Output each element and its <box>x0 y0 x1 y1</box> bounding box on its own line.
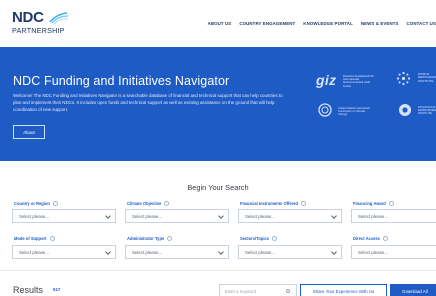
financing-award-select[interactable]: Select please... <box>351 209 436 223</box>
info-icon[interactable] <box>301 201 307 207</box>
results-title: Results <box>13 285 44 295</box>
chevron-down-icon <box>218 249 224 255</box>
filter-label-text: Financing Award <box>353 201 386 206</box>
nav-country-engagement[interactable]: COUNTRY ENGAGEMENT <box>239 18 295 30</box>
select-value: Select please... <box>132 214 163 219</box>
chevron-down-icon <box>218 213 224 219</box>
partner-icon[interactable] <box>398 103 412 117</box>
page: NDC PARTNERSHIP ABOUT US COUNTRY ENGAGEM… <box>0 0 436 296</box>
filter-label-text: Sectors/Topics <box>240 236 270 241</box>
section-divider <box>0 270 436 271</box>
filter-label-administrator: Administrator Type <box>127 236 173 242</box>
info-icon[interactable] <box>49 236 55 242</box>
info-icon[interactable] <box>272 236 278 242</box>
ndc-partnership-logo[interactable]: NDC PARTNERSHIP <box>12 10 92 38</box>
search-icon[interactable] <box>286 289 290 293</box>
filter-label-financing: Financing Award <box>353 201 394 207</box>
giz-logo[interactable]: giz <box>316 72 336 88</box>
filter-label-text: Financial Instruments Offered <box>240 201 299 206</box>
filter-label-text: Mode of Support <box>14 236 47 241</box>
giz-logo-text: Deutsche Gesellschaft für Internationale… <box>343 75 374 88</box>
filter-label-instruments: Financial Instruments Offered <box>240 201 307 207</box>
page-title: NDC Funding and Initiatives Navigator <box>13 74 230 88</box>
partner-logo-text: STOCKHOLM ENVIRONMENT INSTITUTE <box>418 106 436 116</box>
select-value: Select please... <box>19 214 50 219</box>
logo-main-text: NDC <box>12 9 44 26</box>
logo-sub-text: PARTNERSHIP <box>12 26 65 35</box>
select-value: Select please... <box>245 214 276 219</box>
filter-label-text: Direct Access <box>353 236 380 241</box>
un-logo-text: United Nations Framework Convention on C… <box>338 107 370 117</box>
filter-label-text: Country or Region <box>14 201 50 206</box>
filter-label-text: Administrator Type <box>127 236 165 241</box>
wri-icon[interactable] <box>396 71 411 86</box>
about-button[interactable]: About <box>13 125 45 139</box>
country-region-select[interactable]: Select please... <box>12 209 116 223</box>
info-icon[interactable] <box>382 236 388 242</box>
nav-contact-us[interactable]: CONTACT US <box>407 18 436 30</box>
share-experience-button[interactable]: Share Your Experience With Us <box>300 284 387 296</box>
filter-label-sectors: Sectors/Topics <box>240 236 278 242</box>
chevron-down-icon <box>105 213 111 219</box>
administrator-type-select[interactable]: Select please... <box>125 245 229 259</box>
download-all-button[interactable]: Download All <box>390 284 436 296</box>
hero-banner: NDC Funding and Initiatives Navigator We… <box>0 47 436 161</box>
logo-swoosh-icon <box>49 12 69 24</box>
select-value: Select please... <box>358 214 389 219</box>
nav-about-us[interactable]: ABOUT US <box>208 18 232 30</box>
nav-knowledge-portal[interactable]: KNOWLEDGE PORTAL <box>303 18 353 30</box>
filter-label-direct-access: Direct Access <box>353 236 388 242</box>
select-value: Select please... <box>245 250 276 255</box>
chevron-down-icon <box>331 213 337 219</box>
climate-objective-select[interactable]: Select please... <box>125 209 229 223</box>
search-title: Begin Your Search <box>187 183 249 192</box>
info-icon[interactable] <box>167 236 173 242</box>
select-value: Select please... <box>132 250 163 255</box>
un-climate-icon[interactable] <box>318 103 332 117</box>
filter-label-country: Country or Region <box>14 201 58 207</box>
select-value: Select please... <box>358 250 389 255</box>
keyword-search-input[interactable]: Enter a Keyword <box>219 284 297 296</box>
results-count-badge: 517 <box>53 287 61 292</box>
sectors-topics-select[interactable]: Select please... <box>238 245 342 259</box>
filter-label-text: Climate Objective <box>127 201 162 206</box>
info-icon[interactable] <box>164 201 170 207</box>
partner-logos: giz Deutsche Gesellschaft für Internatio… <box>316 71 436 142</box>
select-value: Select please... <box>19 250 50 255</box>
site-header: NDC PARTNERSHIP ABOUT US COUNTRY ENGAGEM… <box>0 0 436 47</box>
hero-description: Welcome! The NDC Funding and Initiatives… <box>13 93 283 112</box>
nav-news-events[interactable]: NEWS & EVENTS <box>361 18 399 30</box>
filter-label-mode: Mode of Support <box>14 236 55 242</box>
info-icon[interactable] <box>52 201 58 207</box>
chevron-down-icon <box>105 249 111 255</box>
main-nav: ABOUT US COUNTRY ENGAGEMENT KNOWLEDGE PO… <box>200 18 436 30</box>
filter-label-climate: Climate Objective <box>127 201 170 207</box>
keyword-placeholder: Enter a Keyword <box>225 289 256 294</box>
mode-of-support-select[interactable]: Select please... <box>12 245 116 259</box>
direct-access-select[interactable]: Select please... <box>351 245 436 259</box>
wri-logo-text: WORLD RESOURCES INSTITUTE <box>418 72 436 83</box>
chevron-down-icon <box>331 249 337 255</box>
financial-instruments-select[interactable]: Select please... <box>238 209 342 223</box>
info-icon[interactable] <box>388 201 394 207</box>
